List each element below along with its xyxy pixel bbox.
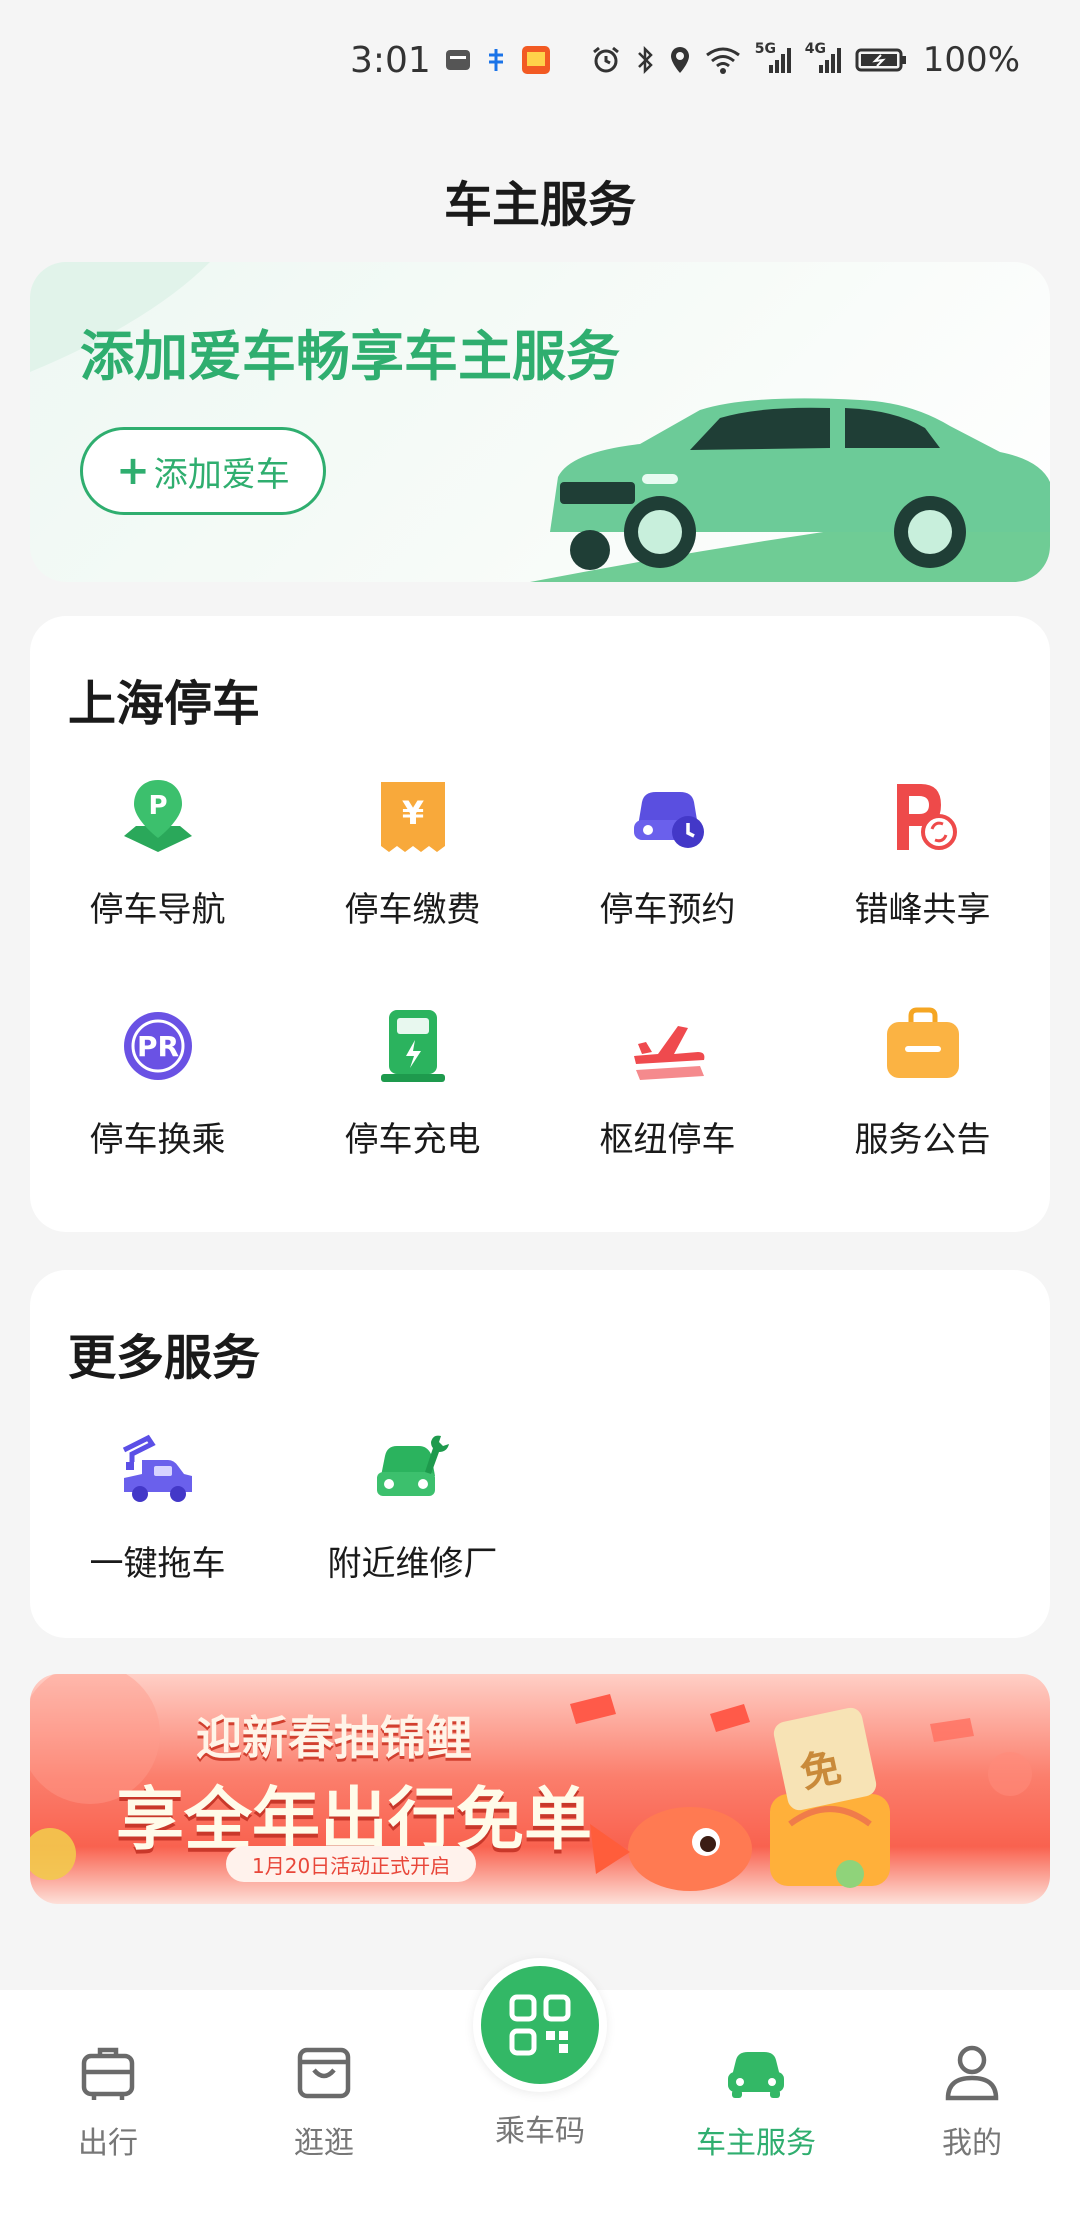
promo-title: 迎新春抽锦鲤 <box>196 1711 472 1765</box>
add-car-button[interactable]: + 添加爱车 <box>80 427 326 515</box>
tab-label: 我的 <box>942 2126 1002 2161</box>
car-wrench-icon <box>373 1430 453 1510</box>
plus-icon: + <box>116 448 150 494</box>
mail-notification-icon <box>445 47 471 73</box>
service-parking-reservation[interactable]: 停车预约 <box>540 776 795 931</box>
notice-bag-icon <box>883 1006 963 1086</box>
tab-ride-code[interactable]: 乘车码 <box>450 1958 630 2150</box>
service-label: 停车充电 <box>344 1120 481 1160</box>
service-label: 附近维修厂 <box>327 1544 498 1584</box>
service-label: 服务公告 <box>854 1120 991 1160</box>
svg-text:P: P <box>148 791 167 821</box>
parking-section-title: 上海停车 <box>68 676 261 732</box>
service-park-and-ride[interactable]: PR 停车换乘 <box>30 1006 285 1161</box>
service-announcements[interactable]: 服务公告 <box>795 1006 1050 1161</box>
battery-icon <box>855 45 909 75</box>
tab-label: 车主服务 <box>696 2126 816 2161</box>
tab-mine[interactable]: 我的 <box>864 2040 1080 2162</box>
parking-share-icon <box>883 776 963 856</box>
qr-code-icon <box>473 1958 607 2092</box>
more-services-card: 更多服务 一键拖车 附近维修厂 <box>30 1270 1050 1638</box>
network-5g-label: 5G <box>754 41 777 57</box>
tab-car-owner-services[interactable]: 车主服务 <box>648 2040 864 2162</box>
taobao-notification-icon <box>521 45 551 75</box>
service-nearby-repair-shop[interactable]: 附近维修厂 <box>285 1430 540 1585</box>
app-notification-icon <box>485 47 507 73</box>
service-parking-charging[interactable]: 停车充电 <box>285 1006 540 1161</box>
location-icon <box>669 45 691 75</box>
airplane-hub-icon <box>628 1006 708 1086</box>
alarm-icon <box>591 45 621 75</box>
promo-date-pill: 1月20日活动正式开启 <box>226 1846 477 1882</box>
tab-label: 乘车码 <box>495 2114 585 2149</box>
signal-4g-icon: 4G <box>805 41 841 75</box>
service-parking-navigation[interactable]: P 停车导航 <box>30 776 285 931</box>
page-title: 车主服务 <box>443 177 636 233</box>
service-label: 枢纽停车 <box>599 1120 736 1160</box>
person-icon <box>940 2040 1004 2104</box>
promo-banner[interactable]: 免 迎新春抽锦鲤 享全年出行免单 1月20日活动正式开启 <box>30 1674 1050 1904</box>
service-label: 停车换乘 <box>89 1120 226 1160</box>
status-bar: 3:01 5G 4G 100% <box>0 0 1080 120</box>
tab-browse[interactable]: 逛逛 <box>216 2040 432 2162</box>
network-4g-label: 4G <box>804 41 827 57</box>
status-time: 3:01 <box>349 39 431 81</box>
service-label: 停车缴费 <box>344 890 481 930</box>
charging-station-icon <box>373 1006 453 1086</box>
park-and-ride-icon: PR <box>118 1006 198 1086</box>
more-section-title: 更多服务 <box>68 1330 261 1386</box>
car-icon <box>724 2040 788 2104</box>
suitcase-icon <box>76 2040 140 2104</box>
add-car-hero-card: 添加爱车畅享车主服务 + 添加爱车 <box>30 262 1050 582</box>
service-parking-payment[interactable]: ¥ 停车缴费 <box>285 776 540 931</box>
tab-travel[interactable]: 出行 <box>0 2040 216 2162</box>
battery-percent: 100% <box>922 40 1020 80</box>
wifi-icon <box>705 45 741 75</box>
parking-map-pin-icon: P <box>118 776 198 856</box>
service-hub-parking[interactable]: 枢纽停车 <box>540 1006 795 1161</box>
signal-5g-icon: 5G <box>755 41 791 75</box>
yuan-bill-icon: ¥ <box>373 776 453 856</box>
tab-label: 出行 <box>78 2126 138 2161</box>
service-label: 一键拖车 <box>89 1544 226 1584</box>
service-label: 停车导航 <box>89 890 226 930</box>
car-clock-icon <box>628 776 708 856</box>
hero-title: 添加爱车畅享车主服务 <box>80 325 620 388</box>
tow-truck-icon <box>118 1430 198 1510</box>
service-tow-truck[interactable]: 一键拖车 <box>30 1430 285 1585</box>
svg-text:¥: ¥ <box>401 794 423 832</box>
parking-services-card: 上海停车 P 停车导航 ¥ 停车缴费 停车预约 错峰共享 PR 停车换乘 停车充… <box>30 616 1050 1232</box>
service-label: 停车预约 <box>599 890 736 930</box>
svg-text:PR: PR <box>136 1030 178 1063</box>
tab-label: 逛逛 <box>294 2126 354 2161</box>
bluetooth-icon <box>635 45 655 75</box>
add-car-button-label: 添加爱车 <box>153 454 290 495</box>
service-offpeak-sharing[interactable]: 错峰共享 <box>795 776 1050 931</box>
car-illustration-icon <box>530 398 1050 582</box>
shopping-bag-icon <box>292 2040 356 2104</box>
service-label: 错峰共享 <box>854 890 991 930</box>
